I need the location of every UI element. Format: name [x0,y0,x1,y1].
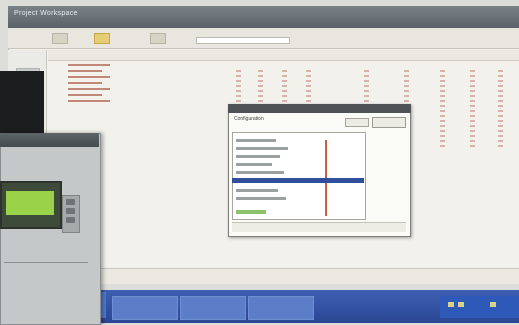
panel-divider [4,262,88,263]
tray-icon[interactable] [448,302,454,307]
device-panel-window [0,133,101,325]
tree-item[interactable] [68,70,102,72]
dialog-parameter-list[interactable] [232,132,366,220]
device-screen [0,181,62,229]
window-titlebar[interactable] [8,6,519,28]
taskbar-item[interactable] [112,296,178,320]
data-column [470,70,475,150]
keypad-button[interactable] [66,208,75,214]
tray-icon[interactable] [458,302,464,307]
list-item[interactable] [236,155,280,158]
lcd-display [6,191,54,215]
list-item[interactable] [236,197,286,200]
selected-row[interactable] [232,178,364,183]
status-indicator [236,210,266,214]
toolbar-search-field[interactable] [196,37,290,44]
column-ruler [48,50,519,61]
folder-icon[interactable] [94,33,110,44]
tree-item[interactable] [68,76,110,78]
save-icon[interactable] [150,33,166,44]
tray-icon[interactable] [490,302,496,307]
open-icon[interactable] [52,33,68,44]
tree-item[interactable] [68,88,110,90]
list-item[interactable] [236,171,284,174]
taskbar-item[interactable] [248,296,314,320]
taskbar-item[interactable] [180,296,246,320]
device-panel-titlebar[interactable] [0,133,99,147]
data-column [498,70,503,150]
background-dark-area [0,71,44,133]
dialog-action-button[interactable] [372,117,406,128]
keypad-button[interactable] [66,217,75,223]
keypad-button[interactable] [66,199,75,205]
dialog-subtitle: Configuration [234,116,264,122]
list-item[interactable] [236,189,278,192]
device-keypad [62,195,80,233]
tree-item[interactable] [68,82,102,84]
dialog-option-button[interactable] [345,118,369,127]
tree-item[interactable] [68,94,102,96]
list-item[interactable] [236,139,276,142]
dialog-footer [232,222,406,232]
tree-item[interactable] [68,100,110,102]
data-column [440,70,445,150]
list-item[interactable] [236,147,288,150]
window-title: Project Workspace [14,10,78,17]
tree-item[interactable] [68,64,110,66]
dialog-titlebar[interactable] [228,104,411,113]
project-tree [62,64,118,106]
list-item[interactable] [236,163,272,166]
system-tray [440,296,519,318]
